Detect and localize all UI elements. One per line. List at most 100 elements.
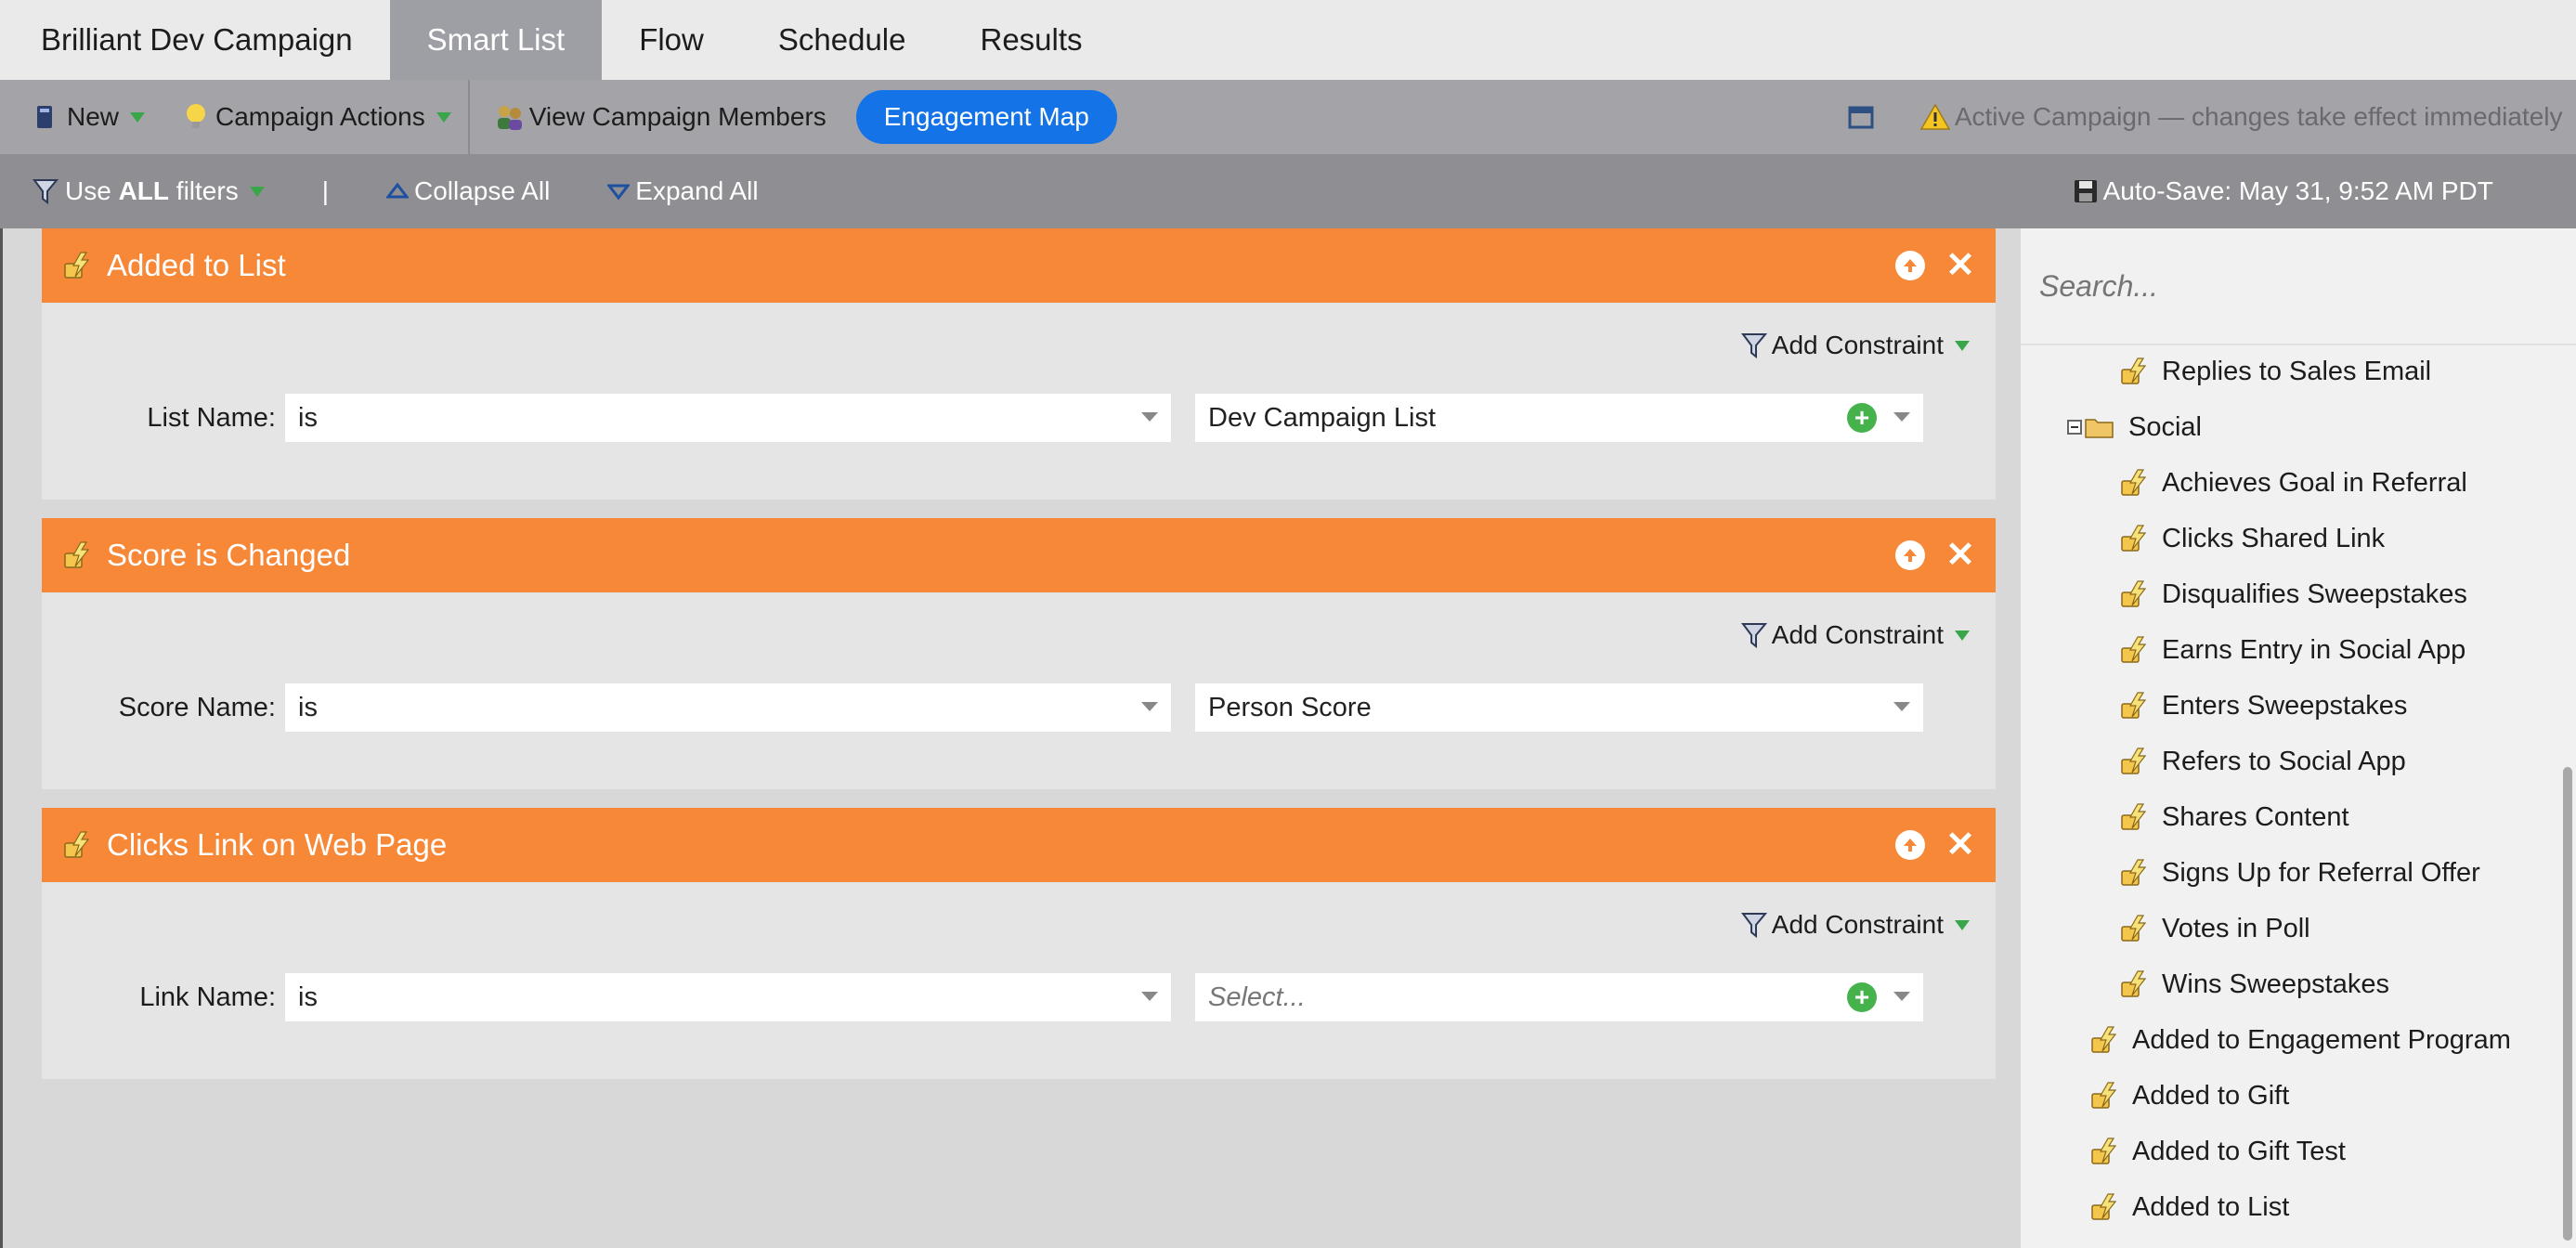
palette-item-label: Achieves Goal in Referral bbox=[2162, 467, 2467, 498]
palette-trigger-item[interactable]: Signs Up for Referral Offer bbox=[2119, 845, 2480, 901]
filter-palette-panel: Replies to Sales Email Social Achieves Goa… bbox=[2021, 228, 2576, 1248]
tab-schedule[interactable]: Schedule bbox=[741, 0, 943, 80]
campaign-actions-menu-button[interactable]: Campaign Actions bbox=[184, 80, 451, 154]
operator-value: is bbox=[298, 692, 318, 722]
add-value-plus-icon[interactable]: + bbox=[1847, 982, 1877, 1012]
add-constraint-label: Add Constraint bbox=[1771, 620, 1944, 649]
remove-filter-close-icon[interactable]: ✕ bbox=[1945, 538, 1975, 573]
palette-trigger-item[interactable]: Refers to Social App bbox=[2119, 734, 2406, 789]
palette-trigger-item[interactable]: Disqualifies Sweepstakes bbox=[2119, 566, 2467, 622]
filter-options-bar: Use ALL filters | Collapse All Expand Al… bbox=[0, 154, 2576, 228]
filter-logic-all: ALL bbox=[118, 176, 170, 205]
palette-trigger-item[interactable]: Votes in Poll bbox=[2119, 901, 2310, 956]
expand-all-button[interactable]: Expand All bbox=[607, 154, 759, 228]
operator-value: is bbox=[298, 402, 318, 433]
add-constraint-label: Add Constraint bbox=[1771, 331, 1944, 359]
filter-field-row: Link Name: is Select... + bbox=[42, 973, 1996, 1021]
filter-header[interactable]: Score is Changed ✕ bbox=[42, 518, 1996, 592]
funnel-icon bbox=[1740, 913, 1767, 939]
trigger-lightning-icon bbox=[2121, 525, 2147, 552]
dropdown-arrow-icon bbox=[1141, 992, 1158, 1001]
filter-body: Add Constraint List Name: is Dev Campaig… bbox=[42, 303, 1996, 500]
filter-title: Added to List bbox=[107, 248, 286, 282]
collapse-toggle-icon[interactable] bbox=[2067, 420, 2082, 435]
palette-trigger-item[interactable]: Enters Sweepstakes bbox=[2119, 678, 2407, 734]
move-up-button[interactable] bbox=[1895, 830, 1926, 860]
palette-item-label: Earns Entry in Social App bbox=[2162, 634, 2466, 665]
trigger-lightning-icon bbox=[2121, 915, 2147, 942]
value-select[interactable]: Dev Campaign List + bbox=[1195, 394, 1923, 442]
collapse-all-label: Collapse All bbox=[413, 176, 551, 205]
campaign-actions-label: Campaign Actions bbox=[215, 102, 425, 131]
value-select[interactable]: Person Score bbox=[1195, 683, 1923, 732]
trigger-lightning-icon bbox=[2121, 469, 2147, 496]
folder-icon bbox=[2085, 419, 2114, 438]
arrow-up-icon bbox=[1904, 549, 1918, 562]
filter-header[interactable]: Clicks Link on Web Page ✕ bbox=[42, 808, 1996, 882]
palette-trigger-item[interactable]: Added to Gift Test bbox=[2089, 1124, 2346, 1179]
trigger-lightning-icon bbox=[2121, 748, 2147, 774]
filter-controls: ✕ bbox=[1895, 248, 1975, 283]
funnel-icon bbox=[1740, 333, 1767, 359]
smart-list-canvas: Added to List ✕ Add Constraint List Name bbox=[0, 228, 2017, 1248]
operator-value: is bbox=[298, 982, 318, 1012]
filter-logic-suffix: filters bbox=[169, 176, 239, 205]
dropdown-arrow-icon bbox=[1893, 992, 1910, 1001]
palette-trigger-item[interactable]: Added to List bbox=[2089, 1179, 2289, 1235]
remove-filter-close-icon[interactable]: ✕ bbox=[1945, 248, 1975, 283]
filter-title: Clicks Link on Web Page bbox=[107, 827, 448, 862]
palette-trigger-item[interactable]: Wins Sweepstakes bbox=[2119, 956, 2389, 1012]
campaign-status-text: Active Campaign — changes take effect im… bbox=[1954, 102, 2563, 131]
add-value-plus-icon[interactable]: + bbox=[1847, 403, 1877, 433]
palette-search-input[interactable] bbox=[2039, 268, 2522, 304]
collapse-arrow-icon bbox=[385, 182, 409, 199]
palette-trigger-item[interactable]: Achieves Goal in Referral bbox=[2119, 455, 2467, 511]
filter-header[interactable]: Added to List ✕ bbox=[42, 228, 1996, 303]
tab-smart-list[interactable]: Smart List bbox=[389, 0, 603, 80]
add-constraint-button[interactable]: Add Constraint bbox=[1740, 910, 1970, 940]
campaign-name-tab[interactable]: Brilliant Dev Campaign bbox=[0, 0, 390, 80]
autosave-status: Auto-Save: May 31, 9:52 AM PDT bbox=[2072, 154, 2493, 228]
filterbar-divider: | bbox=[321, 176, 329, 205]
palette-scrollbar[interactable] bbox=[2563, 767, 2572, 1241]
remove-filter-close-icon[interactable]: ✕ bbox=[1945, 827, 1975, 863]
new-menu-button[interactable]: New bbox=[33, 80, 146, 154]
move-up-button[interactable] bbox=[1895, 540, 1926, 570]
palette-trigger-item[interactable]: Added to Engagement Program bbox=[2089, 1012, 2511, 1068]
engagement-map-button[interactable]: Engagement Map bbox=[855, 90, 1117, 144]
palette-trigger-item[interactable]: Earns Entry in Social App bbox=[2119, 622, 2465, 678]
filter-logic-prefix: Use bbox=[65, 176, 119, 205]
trigger-lightning-icon bbox=[2121, 803, 2147, 830]
palette-trigger-item[interactable]: Replies to Sales Email bbox=[2119, 344, 2431, 399]
operator-select[interactable]: is bbox=[285, 973, 1171, 1021]
palette-trigger-item[interactable]: Clicks Shared Link bbox=[2119, 511, 2385, 566]
window-icon[interactable] bbox=[1847, 103, 1875, 131]
trigger-lightning-icon bbox=[2121, 636, 2147, 663]
tab-results[interactable]: Results bbox=[943, 0, 1119, 80]
trigger-lightning-icon bbox=[64, 541, 90, 568]
field-label: List Name: bbox=[147, 403, 276, 433]
operator-select[interactable]: is bbox=[285, 394, 1171, 442]
palette-folder-social[interactable]: Social bbox=[2067, 399, 2202, 455]
dropdown-arrow-icon bbox=[1893, 412, 1910, 422]
tab-flow[interactable]: Flow bbox=[602, 0, 741, 80]
add-constraint-button[interactable]: Add Constraint bbox=[1740, 620, 1970, 650]
chevron-down-icon bbox=[1955, 340, 1970, 351]
collapse-all-button[interactable]: Collapse All bbox=[385, 154, 551, 228]
add-constraint-button[interactable]: Add Constraint bbox=[1740, 331, 1970, 360]
palette-trigger-item[interactable]: Added to Gift bbox=[2089, 1068, 2289, 1124]
operator-select[interactable]: is bbox=[285, 683, 1171, 732]
filter-logic-menu[interactable]: Use ALL filters bbox=[32, 154, 265, 228]
filter-body: Add Constraint Score Name: is Person Sco… bbox=[42, 592, 1996, 789]
move-up-button[interactable] bbox=[1895, 251, 1926, 280]
view-campaign-members-button[interactable]: View Campaign Members bbox=[494, 80, 826, 154]
filter-field-row: List Name: is Dev Campaign List + bbox=[42, 394, 1996, 442]
autosave-text: Auto-Save: May 31, 9:52 AM PDT bbox=[2102, 176, 2493, 205]
palette-item-label: Replies to Sales Email bbox=[2162, 356, 2432, 386]
palette-item-label: Added to Engagement Program bbox=[2132, 1024, 2511, 1055]
value-select[interactable]: Select... + bbox=[1195, 973, 1923, 1021]
palette-trigger-item[interactable]: Added to Named Account bbox=[2089, 1235, 2438, 1248]
expand-arrow-icon bbox=[607, 184, 631, 201]
filter-field-row: Score Name: is Person Score bbox=[42, 683, 1996, 732]
palette-trigger-item[interactable]: Shares Content bbox=[2119, 789, 2349, 845]
